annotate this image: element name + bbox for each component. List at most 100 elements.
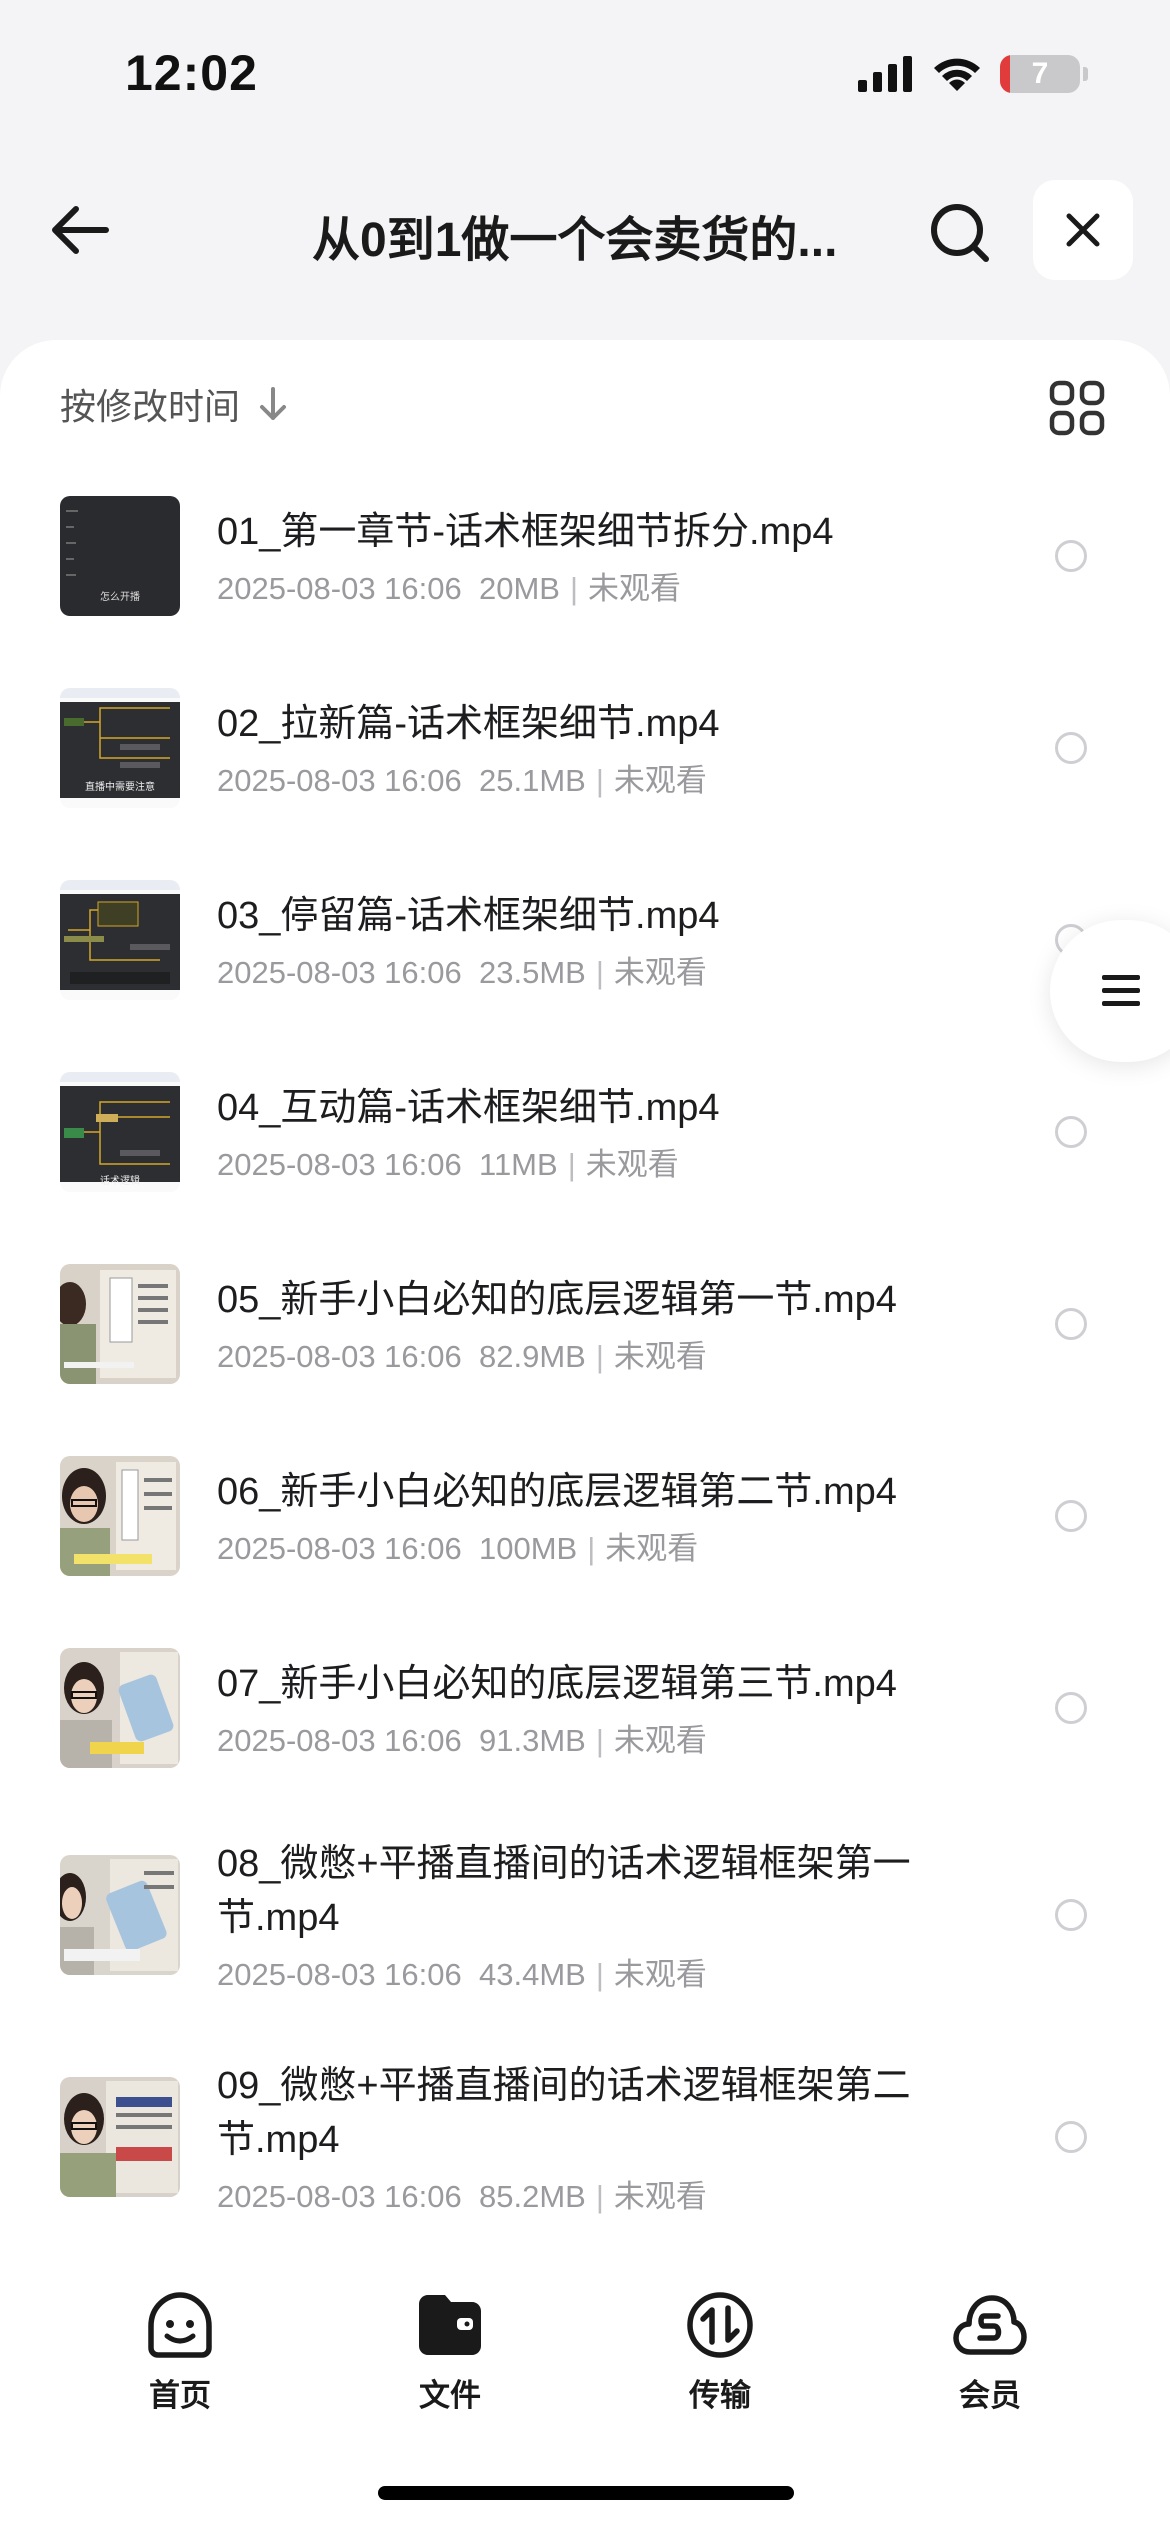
- file-meta: 2025-08-03 16:06 25.1MB | 未观看: [217, 762, 707, 798]
- select-checkbox[interactable]: [1055, 2121, 1087, 2153]
- watch-status: 未观看: [613, 1722, 707, 1758]
- select-checkbox[interactable]: [1055, 1899, 1087, 1931]
- file-date: 2025-08-03 16:06: [217, 1722, 462, 1758]
- file-name: 06_新手小白必知的底层逻辑第二节.mp4: [217, 1470, 897, 1513]
- tab-bar: 首页 文件 传输 会员: [0, 2245, 1170, 2445]
- thumbnail-caption: 话术逻辑: [100, 1174, 140, 1187]
- file-date: 2025-08-03 16:06: [217, 954, 462, 990]
- video-thumbnail: [60, 880, 180, 1000]
- back-button[interactable]: [45, 195, 115, 265]
- file-date: 2025-08-03 16:06: [217, 570, 462, 606]
- file-name: 04_互动篇-话术框架细节.mp4: [217, 1086, 720, 1129]
- sort-label: 按修改时间: [60, 386, 241, 427]
- file-size: 100MB: [479, 1530, 578, 1566]
- tab-files[interactable]: 文件: [385, 2290, 515, 2415]
- file-row[interactable]: 话术逻辑 04_互动篇-话术框架细节.mp4 2025-08-03 16:06 …: [0, 1036, 1170, 1228]
- select-checkbox[interactable]: [1055, 1500, 1087, 1532]
- file-size: 20MB: [479, 570, 560, 606]
- select-checkbox[interactable]: [1055, 1692, 1087, 1724]
- file-size: 91.3MB: [479, 1722, 586, 1758]
- header: 从0到1做一个会卖货的...: [0, 170, 1170, 290]
- select-checkbox[interactable]: [1055, 732, 1087, 764]
- video-thumbnail: 话术逻辑: [60, 1072, 180, 1192]
- file-row[interactable]: 怎么开播 01_第一章节-话术框架细节拆分.mp4 2025-08-03 16:…: [0, 460, 1170, 652]
- file-name: 01_第一章节-话术框架细节拆分.mp4: [217, 510, 834, 553]
- file-date: 2025-08-03 16:06: [217, 1146, 462, 1182]
- home-indicator[interactable]: [378, 2486, 794, 2500]
- sort-button[interactable]: 按修改时间: [60, 378, 288, 430]
- watch-status: 未观看: [588, 570, 682, 606]
- smiley-home-icon: [148, 2292, 212, 2358]
- file-row[interactable]: 05_新手小白必知的底层逻辑第一节.mp4 2025-08-03 16:06 8…: [0, 1228, 1170, 1420]
- watch-status: 未观看: [585, 1146, 679, 1182]
- tab-member[interactable]: 会员: [925, 2290, 1055, 2415]
- video-thumbnail: [60, 2077, 180, 2197]
- file-size: 23.5MB: [479, 954, 586, 990]
- file-meta: 2025-08-03 16:06 85.2MB | 未观看: [217, 2178, 707, 2214]
- watch-status: 未观看: [613, 1956, 707, 1992]
- tab-home[interactable]: 首页: [115, 2290, 245, 2415]
- folder-icon: [419, 2295, 481, 2355]
- watch-status: 未观看: [613, 1338, 707, 1374]
- arrow-down-icon: [260, 387, 287, 420]
- battery-cap: [1083, 67, 1088, 81]
- cloud-member-icon: [953, 2295, 1027, 2355]
- file-date: 2025-08-03 16:06: [217, 1956, 462, 1992]
- tab-label: 首页: [149, 2378, 211, 2413]
- page-title: 从0到1做一个会卖货的...: [312, 214, 838, 267]
- video-thumbnail: 直播中需要注意: [60, 688, 180, 808]
- select-checkbox[interactable]: [1055, 540, 1087, 572]
- tab-label: 会员: [959, 2378, 1021, 2413]
- transfer-icon: [687, 2292, 753, 2358]
- select-checkbox[interactable]: [1055, 1308, 1087, 1340]
- file-meta: 2025-08-03 16:06 100MB | 未观看: [217, 1530, 699, 1566]
- tab-label: 文件: [419, 2378, 481, 2413]
- grid-view-icon: [1049, 380, 1105, 436]
- select-checkbox[interactable]: [1055, 1116, 1087, 1148]
- signal-icon: [858, 56, 912, 92]
- close-button[interactable]: [1033, 180, 1133, 280]
- watch-status: 未观看: [613, 954, 707, 990]
- file-row[interactable]: 09_微憋+平播直播间的话术逻辑框架第二节.mp4 2025-08-03 16:…: [0, 2026, 1170, 2248]
- search-button[interactable]: [925, 198, 995, 268]
- thumbnail-caption: 直播中需要注意: [85, 780, 155, 793]
- video-thumbnail: [60, 1855, 180, 1975]
- file-name: 02_拉新篇-话术框架细节.mp4: [217, 702, 720, 745]
- file-meta: 2025-08-03 16:06 91.3MB | 未观看: [217, 1722, 707, 1758]
- thumbnail-caption: 怎么开播: [100, 590, 140, 603]
- file-row[interactable]: 06_新手小白必知的底层逻辑第二节.mp4 2025-08-03 16:06 1…: [0, 1420, 1170, 1612]
- file-name: 05_新手小白必知的底层逻辑第一节.mp4: [217, 1278, 897, 1321]
- file-row[interactable]: 直播中需要注意 02_拉新篇-话术框架细节.mp4 2025-08-03 16:…: [0, 652, 1170, 844]
- watch-status: 未观看: [613, 2178, 707, 2214]
- file-meta: 2025-08-03 16:06 20MB | 未观看: [217, 570, 682, 606]
- arrow-left-icon: [52, 206, 109, 254]
- wifi-icon: [934, 58, 980, 91]
- file-row[interactable]: 07_新手小白必知的底层逻辑第三节.mp4 2025-08-03 16:06 9…: [0, 1612, 1170, 1804]
- tab-transfer[interactable]: 传输: [655, 2290, 785, 2415]
- file-list: 怎么开播 01_第一章节-话术框架细节拆分.mp4 2025-08-03 16:…: [0, 460, 1170, 2248]
- watch-status: 未观看: [613, 762, 707, 798]
- status-time: 12:02: [125, 45, 258, 101]
- battery-icon: 7: [1000, 55, 1080, 93]
- video-thumbnail: [60, 1456, 180, 1576]
- file-row[interactable]: 03_停留篇-话术框架细节.mp4 2025-08-03 16:06 23.5M…: [0, 844, 1170, 1036]
- file-meta: 2025-08-03 16:06 82.9MB | 未观看: [217, 1338, 707, 1374]
- file-size: 11MB: [479, 1146, 558, 1182]
- file-row[interactable]: 08_微憋+平播直播间的话术逻辑框架第一节.mp4 2025-08-03 16:…: [0, 1804, 1170, 2026]
- file-name: 09_微憋+平播直播间的话术逻辑框架第二节.mp4: [217, 2064, 911, 2161]
- grid-view-button[interactable]: [1049, 380, 1105, 436]
- watch-status: 未观看: [605, 1530, 699, 1566]
- video-thumbnail: 怎么开播: [60, 496, 180, 616]
- file-date: 2025-08-03 16:06: [217, 1530, 462, 1566]
- file-size: 43.4MB: [479, 1956, 586, 1992]
- status-bar: 12:02 7: [0, 0, 1170, 150]
- file-name: 07_新手小白必知的底层逻辑第三节.mp4: [217, 1662, 897, 1705]
- close-icon: [1066, 213, 1100, 247]
- file-size: 85.2MB: [479, 2178, 586, 2214]
- file-meta: 2025-08-03 16:06 23.5MB | 未观看: [217, 954, 707, 990]
- file-date: 2025-08-03 16:06: [217, 2178, 462, 2214]
- file-size: 82.9MB: [479, 1338, 586, 1374]
- video-thumbnail: [60, 1264, 180, 1384]
- file-name: 03_停留篇-话术框架细节.mp4: [217, 894, 720, 937]
- file-sheet: 按修改时间 怎么开播 01_第一章节-话术框架细节拆分.mp4 2025-08-…: [0, 340, 1170, 2532]
